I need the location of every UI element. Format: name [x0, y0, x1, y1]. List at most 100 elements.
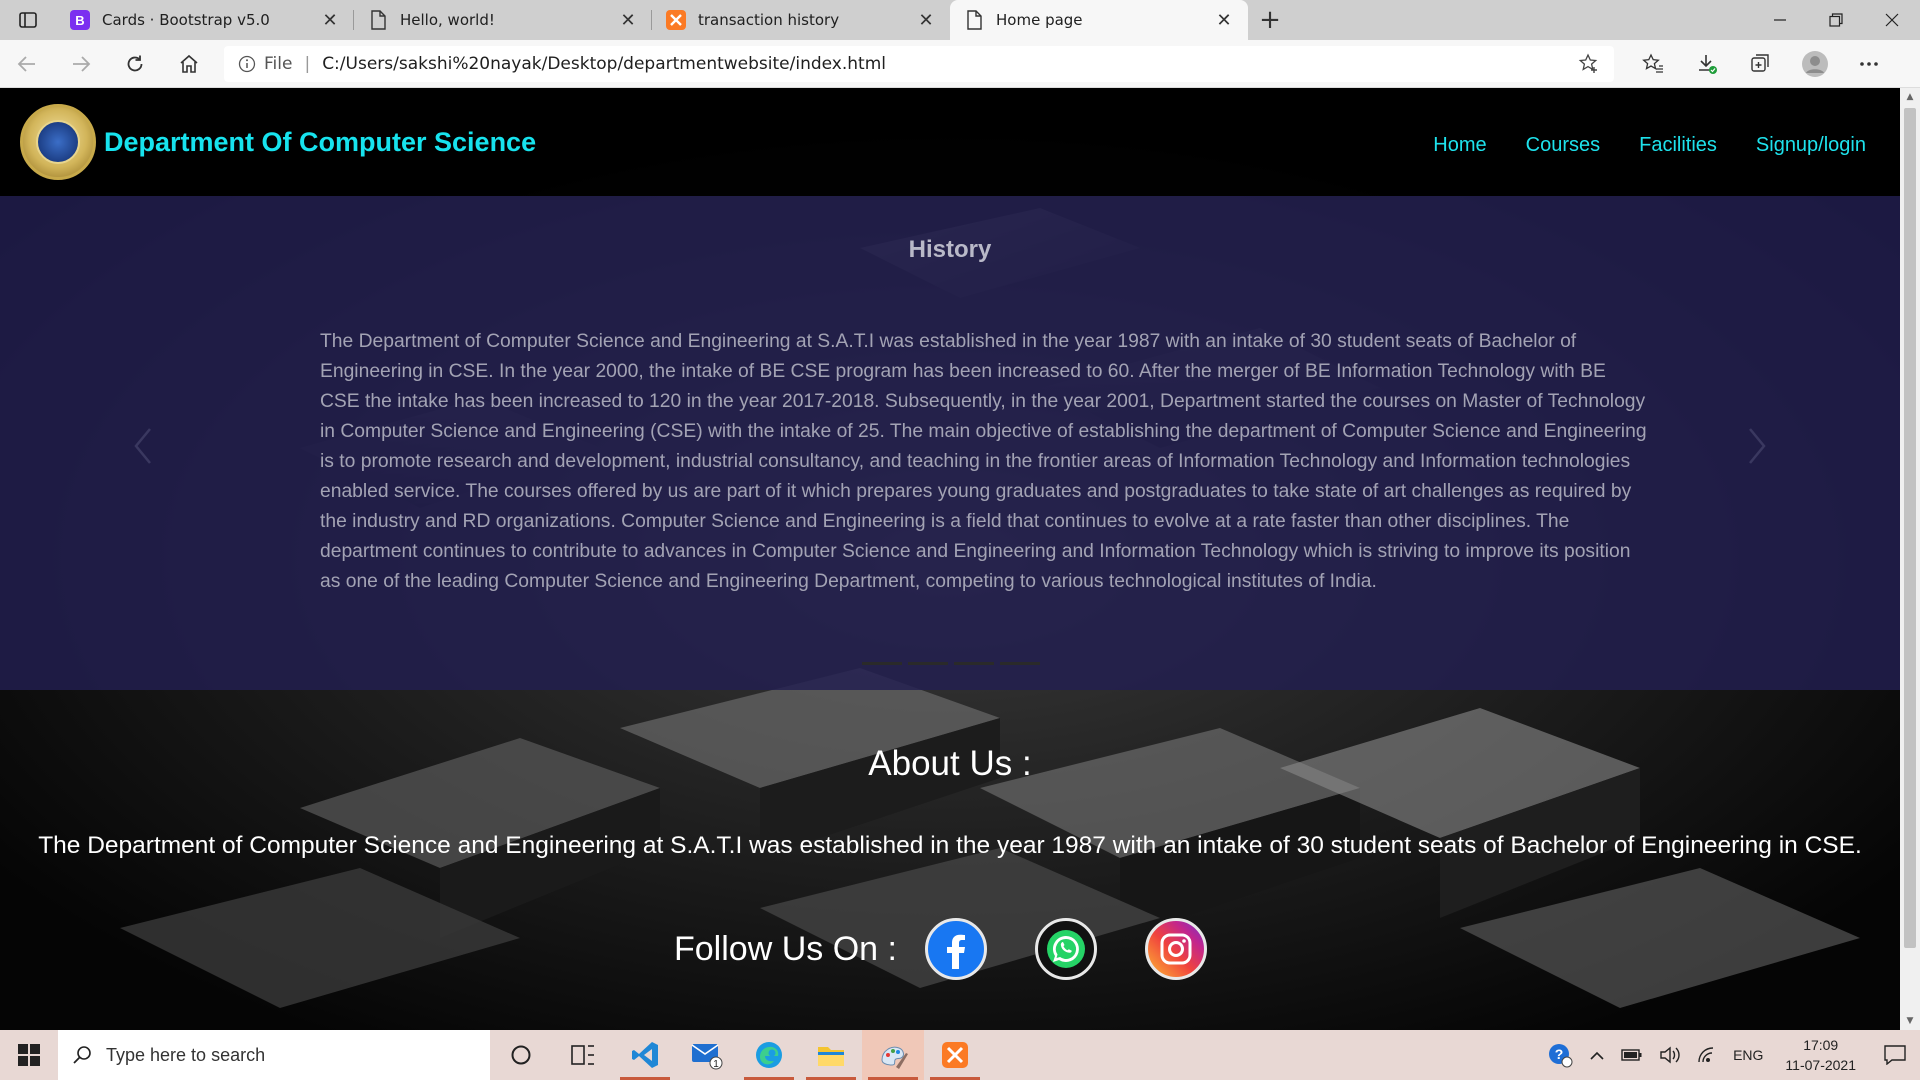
taskbar-file-explorer[interactable]: [800, 1030, 862, 1080]
svg-text:1: 1: [713, 1059, 719, 1070]
taskbar-search[interactable]: Type here to search: [58, 1030, 490, 1080]
browser-tab[interactable]: B Cards · Bootstrap v5.0 ✕: [56, 0, 354, 40]
close-tab-icon[interactable]: ✕: [916, 10, 936, 31]
chevron-up-icon[interactable]: [1581, 1050, 1613, 1060]
svg-text:B: B: [75, 13, 84, 28]
scrollbar-thumb[interactable]: [1904, 108, 1916, 948]
close-tab-icon[interactable]: ✕: [618, 10, 638, 31]
whatsapp-icon: [1046, 930, 1085, 968]
close-tab-icon[interactable]: ✕: [320, 10, 340, 31]
avatar-icon: [1802, 50, 1828, 77]
carousel-indicator[interactable]: [1000, 662, 1040, 665]
battery-icon[interactable]: [1613, 1048, 1651, 1062]
browser-toolbar: File | C:/Users/sakshi%20nayak/Desktop/d…: [0, 40, 1920, 88]
notification-icon: [1884, 1045, 1906, 1065]
taskbar-vscode[interactable]: [614, 1030, 676, 1080]
info-icon[interactable]: [238, 55, 256, 73]
facebook-icon: [946, 934, 965, 969]
close-window-button[interactable]: [1864, 0, 1920, 40]
toolbar-actions: [1626, 44, 1896, 84]
forward-button[interactable]: [54, 44, 108, 84]
more-icon: [1860, 61, 1878, 66]
browser-tab[interactable]: transaction history ✕: [652, 0, 950, 40]
carousel-text: The Department of Computer Science and E…: [320, 331, 1647, 592]
xampp-icon: [942, 1042, 968, 1068]
nav-link-signup-login[interactable]: Signup/login: [1756, 134, 1866, 157]
url-scheme-label: File: [264, 53, 293, 74]
paint-icon: [881, 1046, 908, 1069]
browser-tab-active[interactable]: Home page ✕: [950, 0, 1248, 40]
taskbar-edge[interactable]: [738, 1030, 800, 1080]
page-viewport: Department Of Computer Science Home Cour…: [0, 88, 1900, 1030]
chevron-left-icon: [134, 428, 151, 464]
search-icon: [73, 1046, 91, 1064]
system-tray: ? ENG 17:09 11-07-2021: [1539, 1030, 1920, 1080]
cortana-icon: [511, 1045, 531, 1065]
windows-logo-icon: [18, 1044, 40, 1066]
chevron-right-icon: [1749, 428, 1766, 464]
site-brand[interactable]: Department Of Computer Science: [104, 127, 536, 158]
taskbar-paint[interactable]: [862, 1030, 924, 1080]
close-icon: [1885, 13, 1899, 27]
close-tab-icon[interactable]: ✕: [1214, 10, 1234, 31]
address-bar[interactable]: File | C:/Users/sakshi%20nayak/Desktop/d…: [224, 45, 1614, 82]
scroll-up-icon[interactable]: ▲: [1900, 88, 1920, 106]
nav-link-courses[interactable]: Courses: [1526, 134, 1600, 157]
tab-actions-icon: [19, 12, 37, 28]
follow-label: Follow Us On :: [674, 929, 897, 968]
carousel-next-button[interactable]: [1742, 421, 1772, 471]
profile-button[interactable]: [1788, 44, 1842, 84]
clock-date: 11-07-2021: [1785, 1057, 1856, 1073]
taskbar-xampp[interactable]: [924, 1030, 986, 1080]
refresh-button[interactable]: [108, 44, 162, 84]
volume-icon[interactable]: [1651, 1046, 1689, 1064]
nav-link-facilities[interactable]: Facilities: [1639, 134, 1717, 157]
instagram-link[interactable]: [1144, 918, 1207, 980]
folder-icon: [818, 1047, 844, 1066]
tab-title: Hello, world!: [400, 11, 495, 29]
minimize-icon: [1774, 19, 1786, 21]
browser-tab[interactable]: Hello, world! ✕: [354, 0, 652, 40]
new-tab-button[interactable]: +: [1248, 0, 1292, 40]
back-button[interactable]: [0, 44, 54, 84]
settings-more-button[interactable]: [1842, 44, 1896, 84]
minimize-button[interactable]: [1752, 0, 1808, 40]
back-arrow-icon: [17, 55, 35, 72]
clock[interactable]: 17:09 11-07-2021: [1771, 1035, 1870, 1075]
restore-button[interactable]: [1808, 0, 1864, 40]
refresh-icon: [127, 55, 143, 71]
mail-icon: 1: [691, 1044, 723, 1070]
page-scrollbar[interactable]: ▲ ▼: [1900, 88, 1920, 1030]
facebook-link[interactable]: [924, 918, 987, 980]
home-button[interactable]: [162, 44, 216, 84]
about-title: About Us :: [868, 744, 1032, 783]
tab-actions-button[interactable]: [0, 0, 56, 40]
url-text[interactable]: C:/Users/sakshi%20nayak/Desktop/departme…: [322, 54, 1578, 74]
task-view-button[interactable]: [552, 1030, 614, 1080]
site-navbar: Department Of Computer Science Home Cour…: [0, 88, 1900, 196]
nav-link-home[interactable]: Home: [1433, 134, 1486, 157]
carousel-indicator[interactable]: [954, 662, 994, 665]
carousel-prev-button[interactable]: [128, 421, 158, 471]
whatsapp-link[interactable]: [1034, 918, 1097, 980]
start-button[interactable]: [0, 1030, 58, 1080]
favorites-button[interactable]: [1626, 44, 1680, 84]
language-indicator[interactable]: ENG: [1725, 1047, 1771, 1063]
cortana-button[interactable]: [490, 1030, 552, 1080]
download-icon: [1699, 54, 1717, 74]
collections-button[interactable]: [1734, 44, 1788, 84]
scroll-down-icon[interactable]: ▼: [1900, 1012, 1920, 1030]
add-favorite-icon[interactable]: [1578, 52, 1600, 75]
task-view-icon: [571, 1045, 594, 1065]
history-carousel: History The Department of Computer Scien…: [0, 196, 1900, 690]
college-logo[interactable]: [20, 104, 96, 180]
carousel-indicator[interactable]: [862, 662, 902, 665]
wifi-icon[interactable]: [1689, 1046, 1725, 1064]
tab-title: Cards · Bootstrap v5.0: [102, 11, 270, 29]
help-icon[interactable]: ?: [1539, 1042, 1581, 1068]
carousel-indicator[interactable]: [908, 662, 948, 665]
edge-icon: [756, 1042, 782, 1068]
downloads-button[interactable]: [1680, 44, 1734, 84]
taskbar-mail[interactable]: 1: [676, 1030, 738, 1080]
notifications-button[interactable]: [1870, 1030, 1920, 1080]
